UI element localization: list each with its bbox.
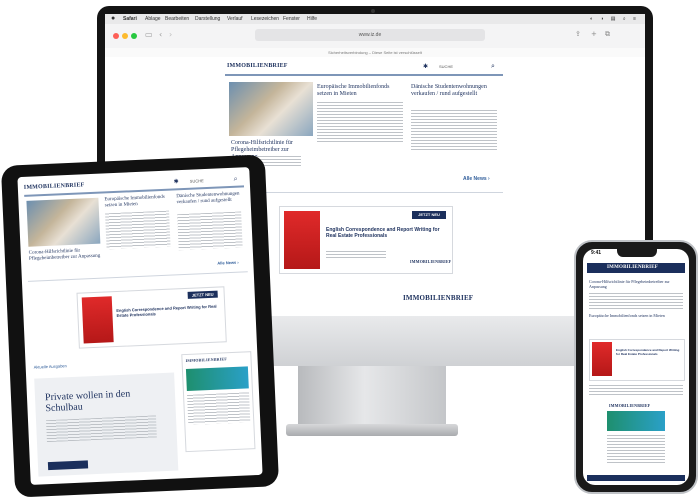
- ipad-magazine-text: [187, 392, 251, 425]
- ipad-article-headline-2[interactable]: Dänische Studentenwohnungen verkaufen / …: [176, 191, 242, 206]
- article-headline-2[interactable]: Dänische Studentenwohnungen verkaufen / …: [411, 84, 499, 98]
- phone-headline-2[interactable]: Europäische Immobilienfonds setzen in Mi…: [589, 313, 683, 318]
- more-news-link[interactable]: Alle News ›: [463, 176, 490, 182]
- menu-item-darstellung[interactable]: Darstellung: [195, 14, 220, 24]
- article-teaser-2: [411, 110, 497, 152]
- url-text: www.iz.de: [358, 32, 382, 38]
- new-tab-icon[interactable]: +: [591, 30, 597, 38]
- ipad-ad-banner[interactable]: JETZT NEU English Correspondence and Rep…: [76, 286, 227, 349]
- phone-magazine-cover[interactable]: [607, 411, 665, 431]
- gear-icon[interactable]: ✱: [423, 63, 428, 70]
- ipad-ad-badge: JETZT NEU: [187, 290, 218, 299]
- phone-time: 9:41: [591, 250, 602, 256]
- ipad-gear-icon[interactable]: ✱: [174, 178, 179, 185]
- ad-badge: JETZT NEU: [412, 211, 446, 219]
- site-header: IMMOBILIENBRIEF ✱ SUCHE ⌕: [225, 60, 503, 76]
- book-cover: [284, 211, 320, 269]
- ipad-teaser-2: [177, 211, 243, 251]
- imac-stand: [298, 366, 446, 428]
- share-icon[interactable]: ⇪: [575, 30, 581, 38]
- phone-text: [589, 385, 683, 397]
- ipad-feature-button[interactable]: [47, 460, 89, 471]
- ipad-magazine-logo: IMMOBILIENBRIEF: [185, 356, 228, 364]
- phone-book-cover: [592, 342, 612, 376]
- phone-magazine-logo: IMMOBILIENBRIEF: [609, 403, 651, 408]
- ipad-search-icon[interactable]: ⌕: [233, 175, 237, 184]
- phone-footer-bar: [587, 475, 685, 481]
- menu-item-bearbeiten[interactable]: Bearbeiten: [165, 14, 189, 24]
- phone-magazine-text: [607, 435, 665, 465]
- security-infobar: Sicherheitsverbindung – Diese Seite ist …: [105, 48, 645, 57]
- sidebar-icon[interactable]: ▭: [145, 30, 153, 39]
- camera-icon: [371, 9, 375, 13]
- ipad-search-label[interactable]: SUCHE: [190, 178, 204, 184]
- article-teaser-1: [317, 102, 403, 144]
- ipad-screen: IMMOBILIENBRIEF ✱ SUCHE ⌕ Corona-Hilfsri…: [17, 167, 263, 485]
- ad-text: [326, 251, 386, 259]
- close-window-icon[interactable]: [113, 33, 119, 39]
- article-headline-1[interactable]: Europäische Immobilienfonds setzen in Mi…: [317, 84, 405, 98]
- ad-logo: IMMOBILIENBRIEF: [410, 259, 452, 264]
- forward-icon[interactable]: ›: [169, 30, 172, 39]
- mac-menubar: ● Safari Ablage Bearbeiten Darstellung V…: [105, 14, 645, 24]
- menu-item-hilfe[interactable]: Hilfe: [307, 14, 317, 24]
- status-icons: ◐ ◑ ▤ ⌕ ≡: [589, 16, 639, 22]
- infobar-text: Sicherheitsverbindung – Diese Seite ist …: [328, 50, 422, 55]
- iphone-notch: [617, 249, 657, 257]
- iphone: 9:41 IMMOBILIENBRIEF Corona-Hilfsrichtli…: [574, 240, 698, 494]
- phone-site-header: IMMOBILIENBRIEF: [587, 263, 685, 273]
- menu-item-lesezeichen[interactable]: Lesezeichen: [251, 14, 279, 24]
- search-icon[interactable]: ⌕: [491, 62, 495, 71]
- menu-item-safari[interactable]: Safari: [123, 14, 137, 24]
- ad-banner[interactable]: JETZT NEU English Correspondence and Rep…: [279, 206, 453, 274]
- ipad-ad-title[interactable]: English Correspondence and Report Writin…: [116, 303, 220, 318]
- ipad-magazine[interactable]: IMMOBILIENBRIEF: [181, 351, 256, 453]
- ipad-section-label[interactable]: Aktuelle Ausgaben: [34, 363, 67, 369]
- ipad-magazine-cover: [185, 366, 249, 392]
- ipad-logo[interactable]: IMMOBILIENBRIEF: [24, 182, 85, 191]
- ipad-divider: [27, 271, 248, 282]
- phone-ad-banner[interactable]: English Correspondence and Report Writin…: [589, 339, 685, 381]
- phone-ad-title[interactable]: English Correspondence and Report Writin…: [616, 348, 680, 356]
- menu-item-fenster[interactable]: Fenster: [283, 14, 300, 24]
- menu-item-ablage[interactable]: Ablage: [145, 14, 161, 24]
- ipad-book-cover: [81, 296, 114, 344]
- ipad-feature-headline[interactable]: Private wollen in den Schulbau: [45, 387, 170, 414]
- ipad-feature-text: [46, 415, 157, 443]
- ipad-article-headline-1[interactable]: Europäische Immobilienfonds setzen in Mi…: [104, 195, 170, 210]
- ipad-article-headline-3[interactable]: Corona-Hilfsrichtlinie für Pflegeheimbet…: [29, 248, 101, 263]
- phone-teaser-1: [589, 293, 683, 309]
- ipad-teaser-1: [105, 210, 171, 250]
- menu-item-verlauf[interactable]: Verlauf: [227, 14, 243, 24]
- iphone-screen: 9:41 IMMOBILIENBRIEF Corona-Hilfsrichtli…: [583, 249, 689, 485]
- ipad-more-link[interactable]: Alle News ›: [217, 260, 239, 266]
- url-bar[interactable]: www.iz.de: [255, 29, 485, 41]
- footer-logo: IMMOBILIENBRIEF: [403, 294, 474, 302]
- ad-title[interactable]: English Correspondence and Report Writin…: [326, 227, 446, 239]
- tabs-overview-icon[interactable]: ⧉: [605, 30, 610, 39]
- phone-headline-1[interactable]: Corona-Hilfsrichtlinie für Pflegeheimbet…: [589, 279, 683, 289]
- divider: [225, 192, 503, 193]
- back-icon[interactable]: ‹: [159, 30, 162, 39]
- ipad: IMMOBILIENBRIEF ✱ SUCHE ⌕ Corona-Hilfsri…: [0, 154, 280, 498]
- ipad-article-photo[interactable]: [26, 197, 101, 247]
- zoom-window-icon[interactable]: [131, 33, 137, 39]
- imac-stand-foot: [286, 424, 458, 436]
- browser-toolbar: ▭ ‹ › www.iz.de ⇪ + ⧉: [105, 24, 645, 49]
- minimize-window-icon[interactable]: [122, 33, 128, 39]
- search-label[interactable]: SUCHE: [439, 64, 453, 69]
- article-photo[interactable]: [229, 82, 313, 136]
- site-logo[interactable]: IMMOBILIENBRIEF: [227, 63, 288, 69]
- apple-icon[interactable]: ●: [111, 14, 115, 24]
- phone-logo[interactable]: IMMOBILIENBRIEF: [607, 265, 658, 270]
- ipad-feature-box: Private wollen in den Schulbau: [34, 372, 179, 477]
